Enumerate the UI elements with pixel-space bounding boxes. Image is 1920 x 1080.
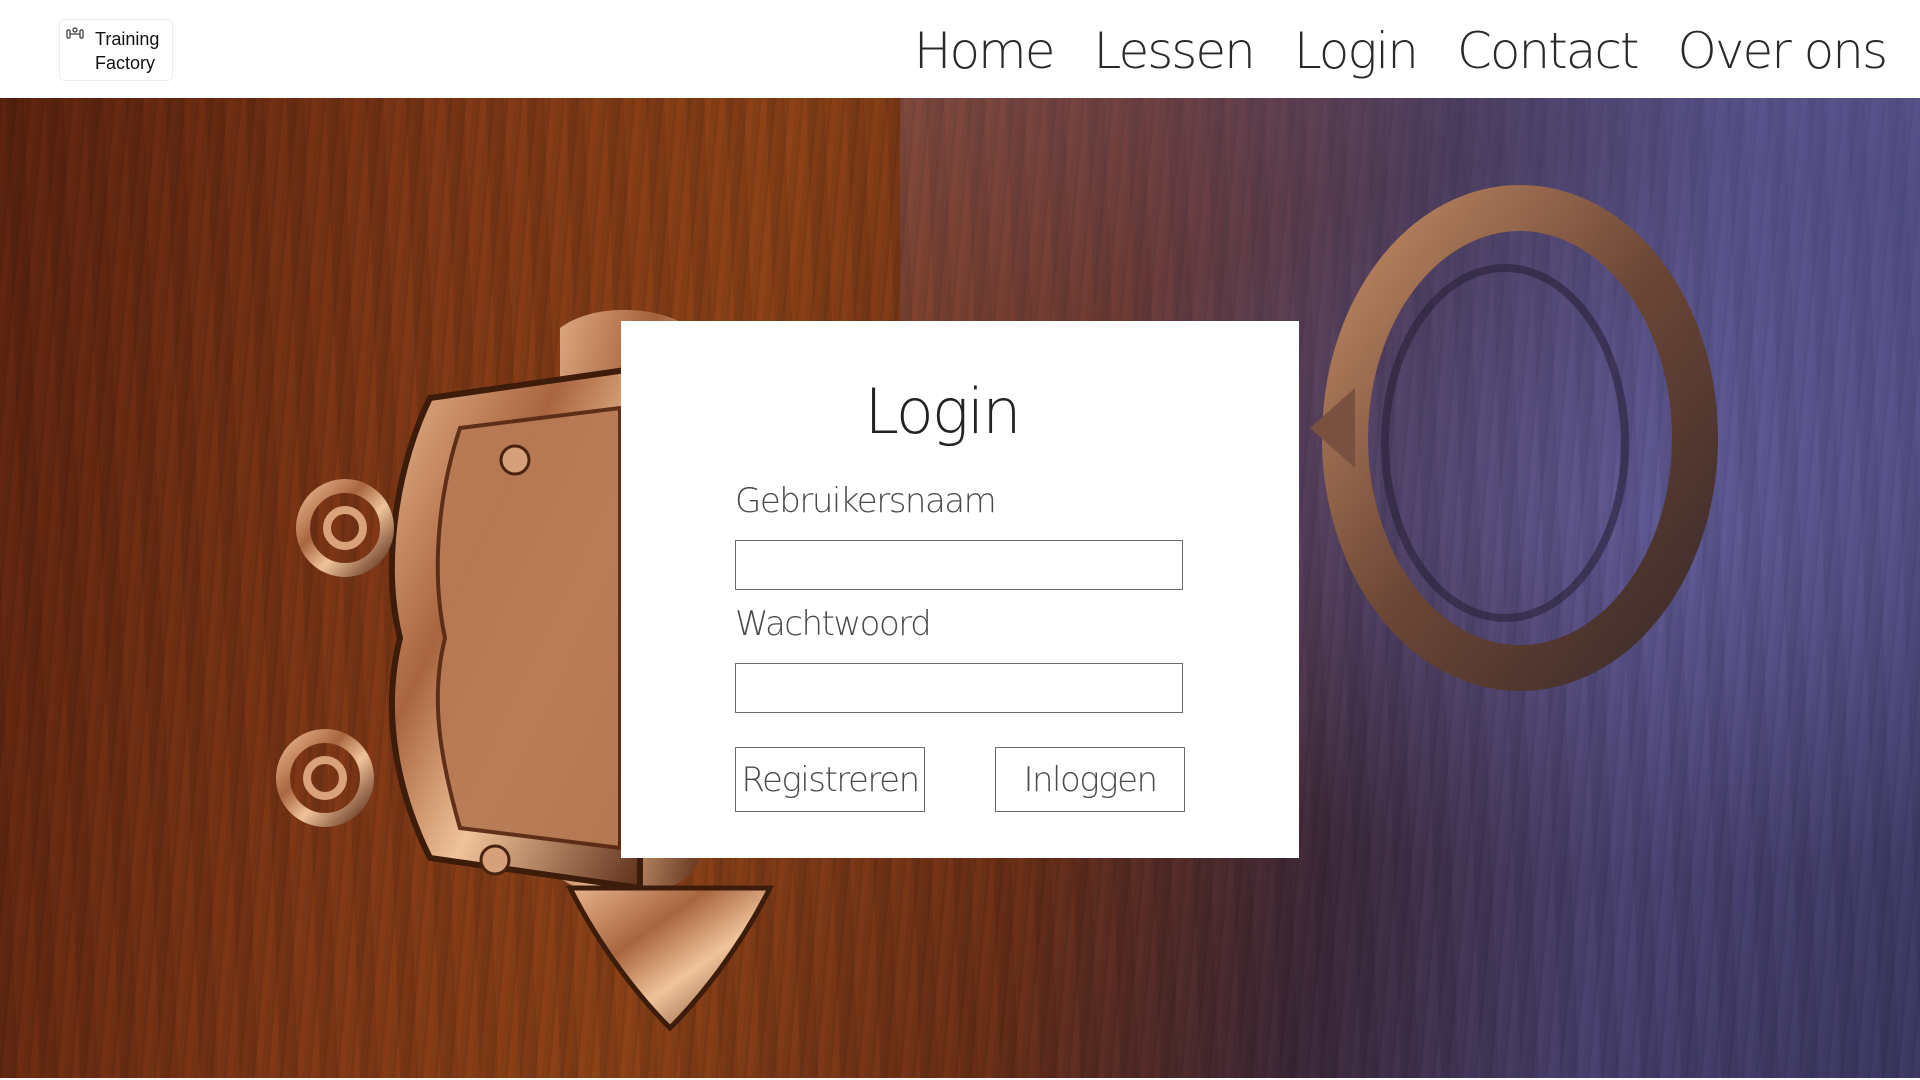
username-input[interactable] bbox=[735, 540, 1183, 590]
dumbbell-icon bbox=[66, 27, 84, 39]
nav-login[interactable]: Login bbox=[1294, 22, 1419, 80]
site-header: Training Factory Home Lessen Login Conta… bbox=[0, 0, 1920, 98]
logo-text: Training Factory bbox=[95, 27, 159, 75]
login-button[interactable]: Inloggen bbox=[995, 747, 1185, 812]
login-card: Login Gebruikersnaam Wachtwoord Registre… bbox=[621, 321, 1299, 858]
logo-line-2: Factory bbox=[95, 53, 156, 73]
logo[interactable]: Training Factory bbox=[59, 19, 173, 81]
password-label: Wachtwoord bbox=[735, 604, 932, 644]
nav-home[interactable]: Home bbox=[914, 22, 1056, 80]
register-button[interactable]: Registreren bbox=[735, 747, 925, 812]
username-label: Gebruikersnaam bbox=[735, 481, 997, 521]
main-nav: Home Lessen Login Contact Over ons bbox=[914, 16, 1888, 86]
logo-line-1: Training bbox=[95, 29, 160, 49]
key-ring bbox=[1310, 185, 1718, 691]
nav-over-ons[interactable]: Over ons bbox=[1678, 22, 1888, 80]
password-input[interactable] bbox=[735, 663, 1183, 713]
nav-contact[interactable]: Contact bbox=[1457, 22, 1640, 80]
login-title: Login bbox=[864, 375, 1021, 448]
nav-lessen[interactable]: Lessen bbox=[1094, 22, 1256, 80]
